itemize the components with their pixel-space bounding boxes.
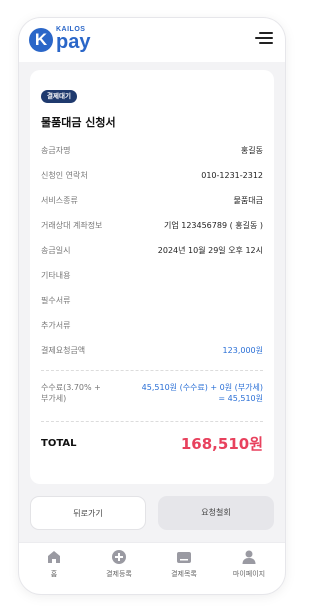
row-label: 송금자명 <box>41 146 71 155</box>
row-label: 추가서류 <box>41 321 71 330</box>
home-icon <box>48 551 60 563</box>
fee-value-line1: 45,510원 (수수료) + 0원 (부가세) <box>141 383 263 392</box>
person-icon <box>242 550 256 564</box>
row-value: 2024년 10월 29일 오후 12시 <box>157 246 263 255</box>
info-row-transfer-date: 송금일시 2024년 10월 29일 오후 12시 <box>41 244 263 258</box>
row-label: 기타내용 <box>41 271 71 280</box>
total-label: TOTAL <box>41 438 77 449</box>
card-list-icon <box>177 552 191 563</box>
fee-label: 수수료(3.70% + 부가세) <box>41 382 121 404</box>
row-value: 기업 123456789 ( 홍길동 ) <box>163 221 263 230</box>
total-amount: 168,510원 <box>180 435 263 453</box>
page-title: 물품대금 신청서 <box>41 116 116 129</box>
info-row-account: 거래상대 계좌정보 기업 123456789 ( 홍길동 ) <box>41 219 263 233</box>
nav-label: 결제목록 <box>171 570 197 578</box>
row-label: 필수서류 <box>41 296 71 305</box>
status-badge: 결제대기 <box>41 90 77 103</box>
row-label: 신청인 연락처 <box>41 171 88 180</box>
row-label: 결제요청금액 <box>41 346 86 355</box>
info-row-sender: 송금자명 홍길동 <box>41 144 263 158</box>
info-row-other: 기타내용 <box>41 269 263 283</box>
fee-value-line2: = 45,510원 <box>218 394 263 403</box>
row-value: 홍길동 <box>240 146 263 155</box>
logo-pay-text: pay <box>56 31 91 53</box>
fee-value: 45,510원 (수수료) + 0원 (부가세) = 45,510원 <box>123 382 263 404</box>
back-button[interactable]: 뒤로가기 <box>30 496 146 530</box>
nav-item-home[interactable]: 홈 <box>24 549 84 579</box>
nav-label: 결제등록 <box>106 570 132 578</box>
bottom-nav: 홈 결제등록 결제목록 마이페이지 <box>19 542 285 594</box>
divider <box>41 421 263 422</box>
cancel-request-button[interactable]: 요청철회 <box>158 496 274 530</box>
row-label: 송금일시 <box>41 246 71 255</box>
kailos-pay-logo[interactable]: K KAILOS pay <box>29 26 119 56</box>
nav-item-payment-register[interactable]: 결제등록 <box>89 549 149 579</box>
row-label: 서비스종류 <box>41 196 78 205</box>
fee-label-line2: 부가세) <box>41 394 67 403</box>
logo-mark: K <box>29 28 53 52</box>
app-header: K KAILOS pay <box>19 18 285 62</box>
info-row-requested-amount: 결제요청금액 123,000원 <box>41 344 263 358</box>
nav-item-mypage[interactable]: 마이페이지 <box>219 549 279 579</box>
nav-label: 홈 <box>50 570 58 578</box>
hamburger-menu-icon[interactable] <box>255 32 273 46</box>
info-row-contact: 신청인 연락처 010-1231-2312 <box>41 169 263 183</box>
nav-item-payment-list[interactable]: 결제목록 <box>154 549 214 579</box>
plus-circle-icon <box>112 550 126 564</box>
fee-label-line1: 수수료(3.70% + <box>41 383 101 392</box>
info-row-additional-docs: 추가서류 <box>41 319 263 333</box>
row-value: 010-1231-2312 <box>201 171 263 180</box>
requested-amount-value: 123,000원 <box>222 346 263 355</box>
divider <box>41 370 263 371</box>
row-value: 물품대금 <box>233 196 263 205</box>
info-row-service-type: 서비스종류 물품대금 <box>41 194 263 208</box>
request-detail-card: 결제대기 물품대금 신청서 송금자명 홍길동 신청인 연락처 010-1231-… <box>30 70 274 484</box>
info-row-required-docs: 필수서류 <box>41 294 263 308</box>
row-label: 거래상대 계좌정보 <box>41 221 103 230</box>
phone-frame: K KAILOS pay 결제대기 물품대금 신청서 송금자명 홍길동 신청인 … <box>19 18 285 594</box>
nav-label: 마이페이지 <box>232 570 266 578</box>
